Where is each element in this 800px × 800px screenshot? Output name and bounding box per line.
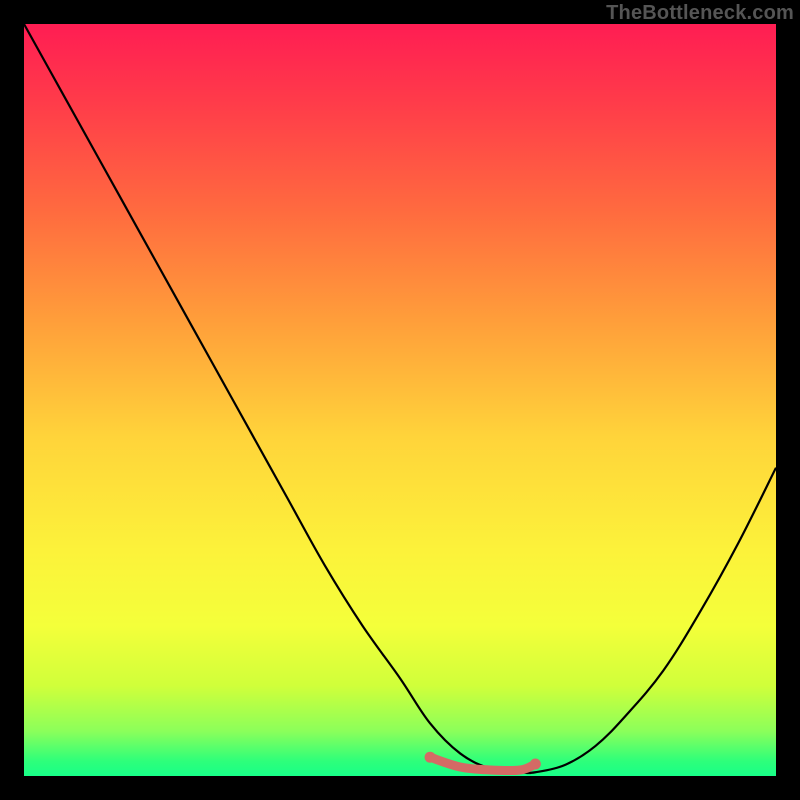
bottleneck-curve (24, 24, 776, 773)
optimal-range-marker (430, 757, 535, 770)
curve-svg (24, 24, 776, 776)
optimal-range-start-dot (425, 752, 436, 763)
optimal-range-end-dot (530, 758, 541, 769)
chart-canvas: TheBottleneck.com (0, 0, 800, 800)
plot-area (24, 24, 776, 776)
watermark-text: TheBottleneck.com (606, 2, 794, 25)
